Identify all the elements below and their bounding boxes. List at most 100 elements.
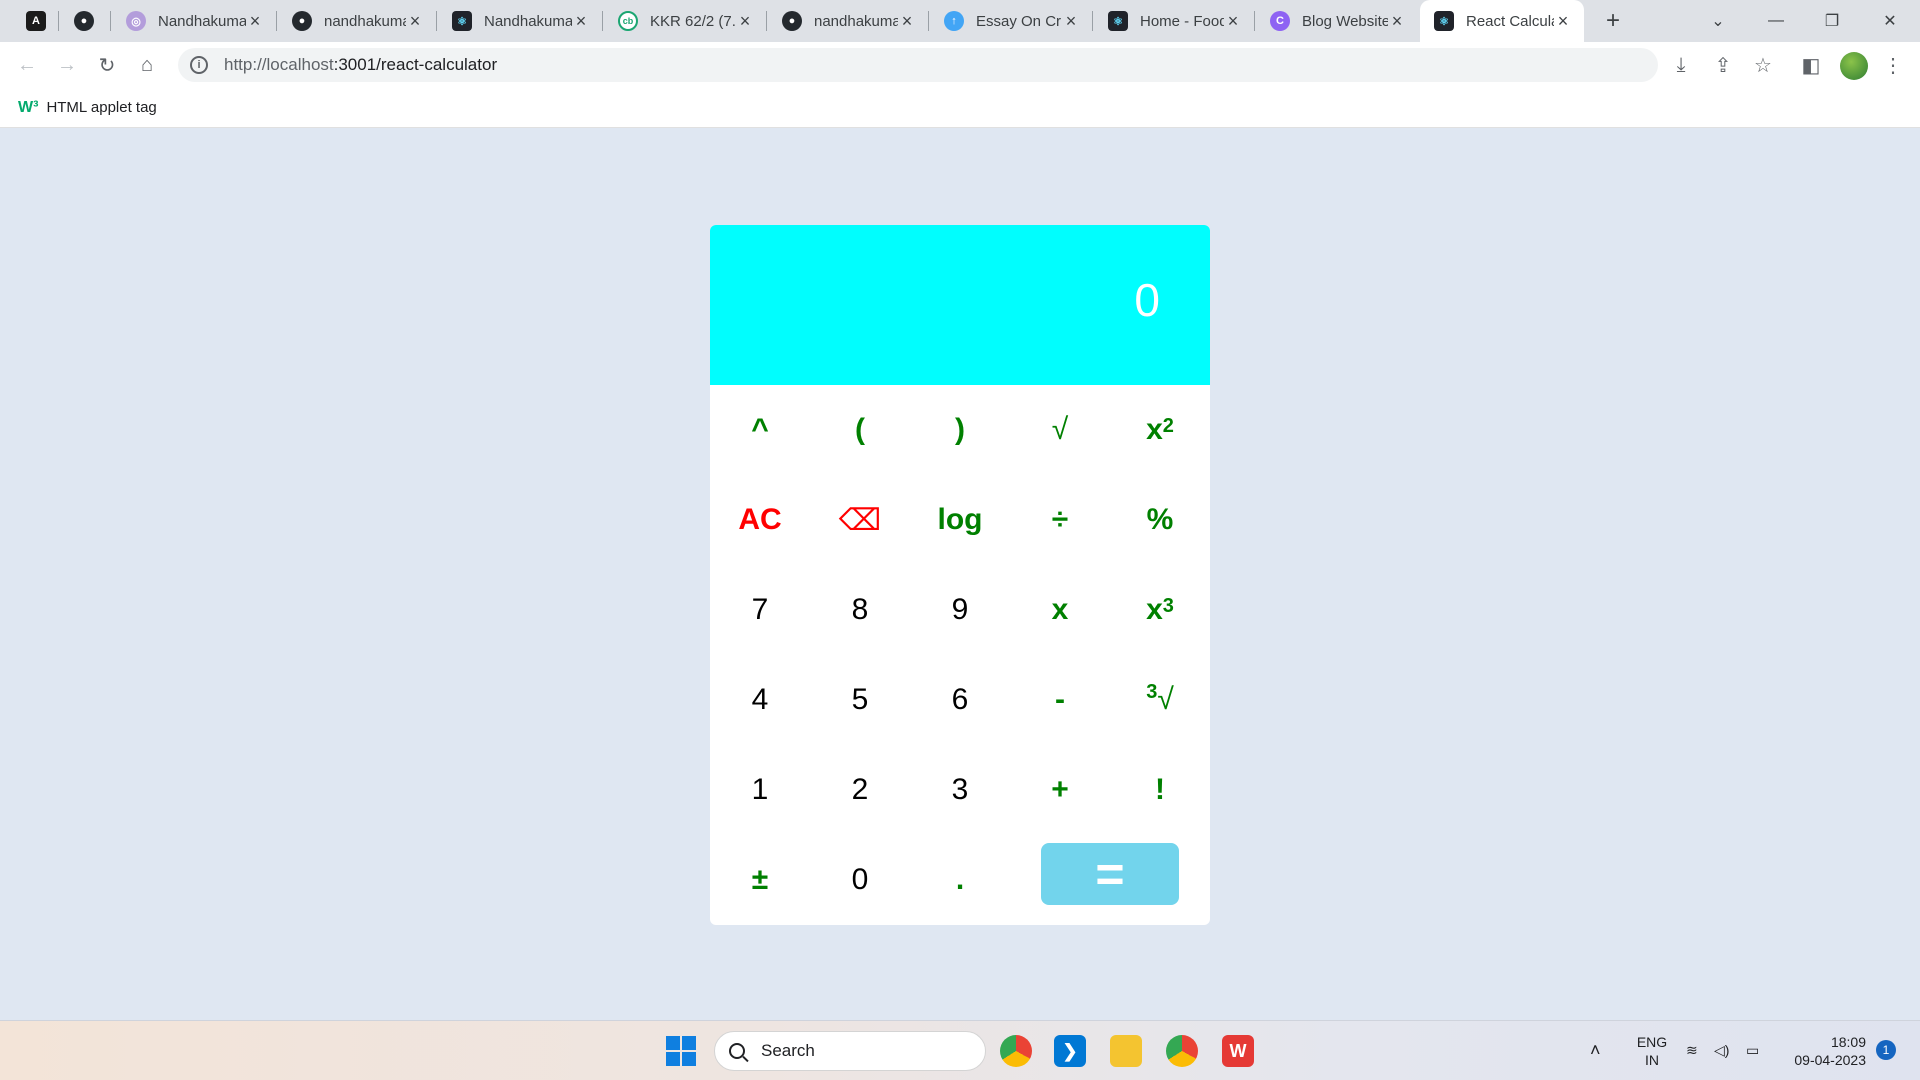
key-8[interactable]: 8 [820, 575, 900, 645]
key-4[interactable]: 4 [720, 665, 800, 735]
display-value: 0 [1134, 274, 1160, 326]
key-plus-minus[interactable]: ± [720, 845, 800, 915]
close-icon[interactable]: × [1554, 11, 1572, 31]
chrome-profile-icon[interactable] [1166, 1035, 1198, 1067]
tab-home-food[interactable]: ⚛ Home - Food × [1094, 0, 1254, 42]
cube-root-index: 3 [1146, 680, 1158, 703]
key-all-clear[interactable]: AC [720, 485, 800, 555]
battery-icon[interactable]: ▭ [1746, 1041, 1759, 1059]
restore-button[interactable]: ❐ [1804, 0, 1860, 42]
close-icon[interactable]: × [572, 11, 590, 31]
reload-icon[interactable]: ↻ [92, 50, 122, 80]
key-2[interactable]: 2 [820, 755, 900, 825]
back-icon[interactable]: ← [12, 50, 42, 80]
key-decimal[interactable]: . [920, 845, 1000, 915]
tab-title: Essay On Cricket [976, 12, 1062, 30]
tab-kkr[interactable]: cb KKR 62/2 (7.3 × [604, 0, 766, 42]
tab-app[interactable]: A [12, 0, 58, 42]
close-icon[interactable]: × [246, 11, 264, 31]
key-5[interactable]: 5 [820, 665, 900, 735]
key-backspace[interactable]: ⌫ [820, 485, 900, 555]
close-icon[interactable]: × [1388, 11, 1406, 31]
key-1[interactable]: 1 [720, 755, 800, 825]
bookmark-star-icon[interactable]: ☆ [1748, 50, 1778, 80]
search-icon [729, 1043, 745, 1059]
cube-base: x [1146, 593, 1163, 626]
calculator-display: 0 [710, 225, 1210, 385]
key-plus[interactable]: + [1020, 755, 1100, 825]
forward-icon[interactable]: → [52, 50, 82, 80]
language-eng: ENG [1636, 1034, 1668, 1050]
tab-separator [1254, 11, 1255, 31]
key-log[interactable]: log [920, 485, 1000, 555]
key-3[interactable]: 3 [920, 755, 1000, 825]
language-indicator[interactable]: ENG IN [1632, 1033, 1672, 1069]
close-icon[interactable]: × [1062, 11, 1080, 31]
key-factorial[interactable]: ! [1120, 755, 1200, 825]
tab-nandhakumar-react[interactable]: ⚛ Nandhakumar × [438, 0, 602, 42]
close-icon[interactable]: × [1224, 11, 1242, 31]
key-minus[interactable]: - [1020, 665, 1100, 735]
close-icon[interactable]: × [736, 11, 754, 31]
key-9[interactable]: 9 [920, 575, 1000, 645]
wifi-icon[interactable]: ≋ [1686, 1041, 1698, 1059]
wps-office-icon[interactable]: W [1222, 1035, 1254, 1067]
key-left-paren[interactable]: ( [820, 395, 900, 465]
site-info-icon[interactable]: i [190, 56, 208, 74]
key-0[interactable]: 0 [820, 845, 900, 915]
key-power[interactable]: ^ [720, 395, 800, 465]
tab-essay[interactable]: ↑ Essay On Cricket × [930, 0, 1092, 42]
w3schools-icon: W³ [18, 98, 39, 116]
bookmark-html-applet-tag[interactable]: HTML applet tag [46, 99, 156, 116]
key-cube-root[interactable]: 3 √ [1120, 665, 1200, 735]
key-square-root[interactable]: √ [1020, 395, 1100, 465]
tab-github[interactable]: ● [60, 0, 110, 42]
key-6[interactable]: 6 [920, 665, 1000, 735]
minimize-button[interactable]: — [1748, 0, 1804, 42]
tab-separator [58, 11, 59, 31]
key-multiply[interactable]: x [1020, 575, 1100, 645]
tab-title: Nandhakumar [484, 12, 572, 30]
close-icon[interactable]: × [406, 11, 424, 31]
tab-title: React Calculator [1466, 12, 1554, 30]
key-cube[interactable]: x3 [1120, 575, 1200, 645]
menu-kebab-icon[interactable]: ⋮ [1878, 50, 1908, 80]
tab-blog-website[interactable]: C Blog Website × [1256, 0, 1418, 42]
tab-separator [1092, 11, 1093, 31]
key-square[interactable]: x2 [1120, 395, 1200, 465]
volume-icon[interactable]: ◁) [1714, 1041, 1729, 1059]
side-panel-icon[interactable]: ◧ [1796, 50, 1826, 80]
tab-nandhakumar-github[interactable]: ● nandhakumar × [278, 0, 436, 42]
tab-nandhakumar-github-2[interactable]: ● nandhakumar × [768, 0, 928, 42]
browser-toolbar: ← → ↻ ⌂ i http://localhost:3001/react-ca… [0, 42, 1920, 88]
taskbar-search[interactable]: Search [714, 1031, 986, 1071]
notification-badge[interactable]: 1 [1876, 1040, 1896, 1060]
key-7[interactable]: 7 [720, 575, 800, 645]
tab-title: nandhakumar [814, 12, 898, 30]
clock[interactable]: 18:09 09-04-2023 [1780, 1033, 1866, 1069]
key-percent[interactable]: % [1120, 485, 1200, 555]
vscode-icon[interactable]: ❯ [1054, 1035, 1086, 1067]
new-tab-button[interactable]: + [1598, 6, 1628, 36]
tab-search-chevron-icon[interactable]: ⌄ [1690, 0, 1746, 42]
show-hidden-icons-chevron-icon[interactable]: ˄ [1590, 1041, 1601, 1059]
install-app-icon[interactable]: ⤓ [1666, 50, 1696, 80]
tab-react-calculator[interactable]: ⚛ React Calculator × [1420, 0, 1584, 42]
url-text: http://localhost:3001/react-calculator [224, 55, 497, 75]
key-divide[interactable]: ÷ [1020, 485, 1100, 555]
share-icon[interactable]: ⇪ [1708, 50, 1738, 80]
home-icon[interactable]: ⌂ [132, 50, 162, 80]
equals-button[interactable]: = [1041, 843, 1179, 905]
close-icon[interactable]: × [898, 11, 916, 31]
tab-separator [276, 11, 277, 31]
chrome-icon[interactable] [1000, 1035, 1032, 1067]
profile-avatar[interactable] [1840, 52, 1868, 80]
tab-title: Nandhakumar [158, 12, 246, 30]
key-right-paren[interactable]: ) [920, 395, 1000, 465]
file-explorer-icon[interactable] [1110, 1035, 1142, 1067]
tab-nandhakumar-1[interactable]: ◎ Nandhakumar × [112, 0, 276, 42]
close-window-button[interactable]: ✕ [1862, 0, 1918, 42]
address-bar[interactable]: i http://localhost:3001/react-calculator [178, 48, 1658, 82]
start-windows-icon[interactable] [666, 1036, 696, 1066]
github-icon: ● [292, 11, 312, 31]
